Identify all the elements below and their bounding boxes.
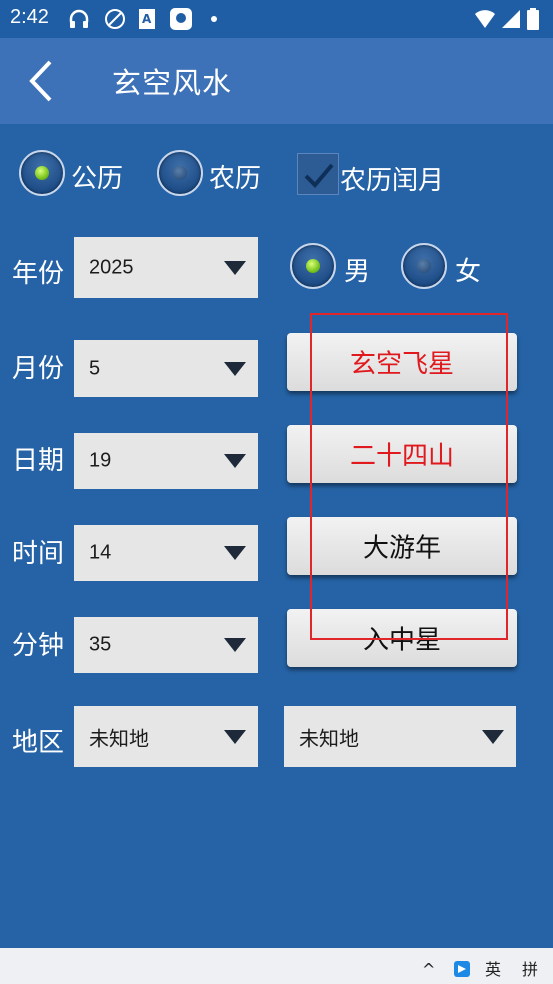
dropdown-arrow-icon [482,729,504,744]
caret-up-icon[interactable]: ^ [422,960,435,979]
status-time: 2:42 [10,6,49,28]
leap-month-checkbox[interactable] [297,153,339,195]
year-cycle-button[interactable]: 大游年 [287,517,517,575]
subregion-value: 未知地 [299,726,359,750]
headset-icon [69,9,89,28]
day-spinner[interactable]: 19 [74,433,258,489]
mountains-label: 二十四山 [349,441,454,472]
region-spinner[interactable]: 未知地 [74,706,258,767]
subregion-spinner[interactable]: 未知地 [284,706,516,767]
no-data-icon [105,9,125,29]
year-cycle-label: 大游年 [362,533,441,564]
center-star-button[interactable]: 入中星 [287,609,517,667]
radio-selected-dot [35,166,49,180]
lang-toggle[interactable]: 英 [485,956,501,980]
font-icon: A [139,9,155,29]
checkmark-icon [304,163,334,188]
radio-selected-dot [306,259,320,273]
nav-bar: ^ 英 拼 [0,948,553,984]
flying-star-button[interactable]: 玄空飞星 [287,333,517,391]
month-value: 5 [89,357,101,379]
hour-value: 14 [89,541,112,564]
keyboard-icon[interactable] [454,961,470,977]
year-spinner[interactable]: 2025 [74,237,258,298]
wifi-icon [475,10,495,28]
radio-circle [157,150,203,196]
chevron-left-icon [29,60,52,102]
dropdown-arrow-icon [224,729,246,744]
input-mode[interactable]: 拼 [522,956,538,980]
leap-month-label: 农历闰月 [340,166,445,196]
dropdown-arrow-icon [224,546,246,560]
dropdown-arrow-icon [224,361,246,376]
dropdown-arrow-icon [224,638,246,652]
radio-circle [290,243,336,289]
signal-icon [502,10,520,28]
day-label: 日期 [12,446,65,476]
gregorian-label: 公历 [71,164,124,194]
day-value: 19 [89,449,112,472]
lunar-label: 农历 [209,164,262,194]
back-button[interactable] [22,56,66,106]
radio-unselected-dot [173,166,187,180]
month-spinner[interactable]: 5 [74,340,258,397]
month-label: 月份 [12,354,65,384]
battery-icon [527,8,539,30]
app-badge-icon [170,8,192,30]
male-label: 男 [344,257,371,287]
dropdown-arrow-icon [224,260,246,275]
dropdown-arrow-icon [224,454,246,468]
minute-label: 分钟 [12,631,65,661]
year-value: 2025 [89,256,134,278]
minute-spinner[interactable]: 35 [74,617,258,673]
region-value: 未知地 [89,726,149,750]
app-bar: 玄空风水 [0,38,553,124]
radio-female[interactable]: 女 [401,243,491,291]
page-title: 玄空风水 [112,66,233,100]
center-star-label: 入中星 [362,625,441,656]
dot-icon [211,16,217,22]
radio-circle [401,243,447,289]
radio-unselected-dot [417,259,431,273]
region-label: 地区 [12,728,65,758]
hour-spinner[interactable]: 14 [74,525,258,581]
hour-label: 时间 [12,539,65,569]
mountains-button[interactable]: 二十四山 [287,425,517,483]
svg-text:A: A [142,12,152,26]
radio-male[interactable]: 男 [290,243,380,291]
female-label: 女 [455,257,482,287]
radio-gregorian[interactable]: 公历 [19,150,129,198]
radio-circle [19,150,65,196]
year-label: 年份 [12,259,65,289]
radio-lunar[interactable]: 农历 [157,150,267,198]
flying-star-label: 玄空飞星 [349,349,454,380]
minute-value: 35 [89,633,112,656]
status-bar: 2:42 A [0,0,553,38]
